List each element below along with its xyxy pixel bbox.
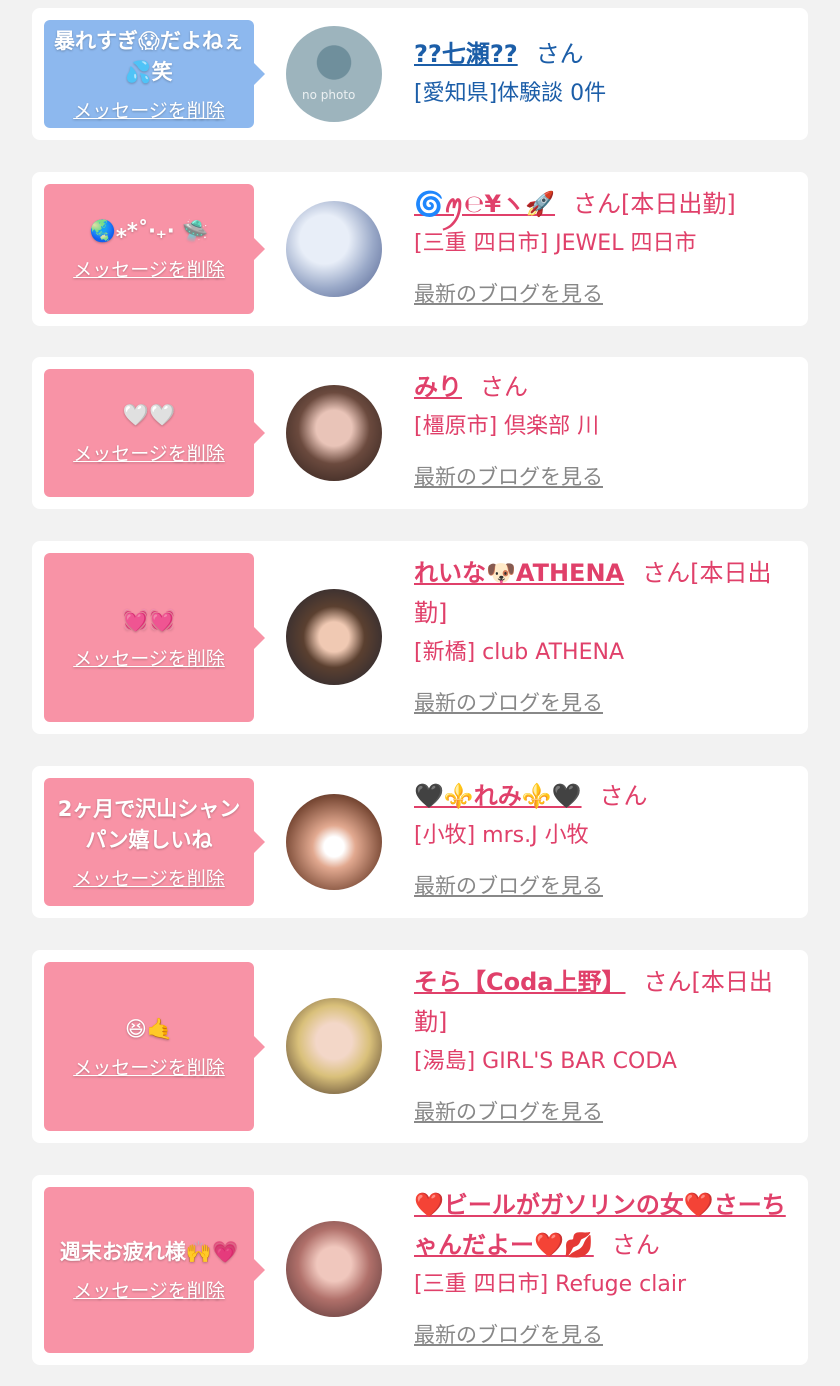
message-text: 🤍🤍 [122,403,176,427]
list-item: 🌏⁎*˚‧₊· 🛸 メッセージを削除 🌀ꪑ℮¥ヽ🚀 さん[本日出勤] [三重 四日… [32,172,808,326]
profile-name-link[interactable]: みり [414,373,462,401]
list-item: 暴れすぎ😱だよねぇ💦笑 メッセージを削除 no photo ??七瀬?? さん [… [32,8,808,140]
latest-blog-link[interactable]: 最新のブログを見る [414,866,603,906]
delete-message-link[interactable]: メッセージを削除 [73,864,225,891]
avatar[interactable] [286,1221,382,1317]
message-bubble: 🌏⁎*˚‧₊· 🛸 メッセージを削除 [44,184,265,314]
profile-info: そら【Coda上野】 さん[本日出勤] [湯島] GIRL'S BAR CODA … [414,962,790,1132]
latest-blog-link[interactable]: 最新のブログを見る [414,1092,603,1132]
message-list: 暴れすぎ😱だよねぇ💦笑 メッセージを削除 no photo ??七瀬?? さん [… [0,0,840,1386]
name-suffix: さん[本日出勤] [573,190,736,218]
delete-message-link[interactable]: メッセージを削除 [73,255,225,282]
avatar[interactable] [286,998,382,1094]
list-item: 💓💓 メッセージを削除 れいな🐶ATHENA さん[本日出勤] [新橋] club… [32,541,808,734]
delete-message-link[interactable]: メッセージを削除 [73,96,225,123]
profile-info: ??七瀬?? さん [愛知県]体験談 0件 [414,34,790,114]
message-bubble: 😆🤙 メッセージを削除 [44,962,265,1131]
message-bubble: 暴れすぎ😱だよねぇ💦笑 メッセージを削除 [44,20,265,128]
latest-blog-link[interactable]: 最新のブログを見る [414,683,603,723]
name-suffix: さん [480,373,528,401]
list-item: 2ヶ月で沢山シャンパン嬉しいね メッセージを削除 🖤⚜️れみ⚜️🖤 さん [小牧]… [32,766,808,918]
avatar-placeholder-label: no photo [302,88,356,102]
profile-name-link[interactable]: ??七瀬?? [414,40,518,68]
profile-info: ❤️ビールがガソリンの女❤️さーちゃんだよー❤️💋 さん [三重 四日市] Ref… [414,1185,790,1355]
delete-message-link[interactable]: メッセージを削除 [73,644,225,671]
message-bubble: 🤍🤍 メッセージを削除 [44,369,265,497]
delete-message-link[interactable]: メッセージを削除 [73,1053,225,1080]
avatar[interactable] [286,589,382,685]
avatar[interactable] [286,794,382,890]
shop-info: [湯島] GIRL'S BAR CODA [414,1049,677,1074]
profile-name-link[interactable]: れいな🐶ATHENA [414,559,624,587]
message-bubble: 💓💓 メッセージを削除 [44,553,265,722]
message-bubble: 2ヶ月で沢山シャンパン嬉しいね メッセージを削除 [44,778,265,906]
profile-name-link[interactable]: 🖤⚜️れみ⚜️🖤 [414,782,582,810]
message-text: 暴れすぎ😱だよねぇ💦笑 [54,28,244,84]
profile-name-link[interactable]: ❤️ビールがガソリンの女❤️さーちゃんだよー❤️💋 [414,1191,786,1259]
avatar[interactable] [286,201,382,297]
latest-blog-link[interactable]: 最新のブログを見る [414,274,603,314]
shop-info: [小牧] mrs.J 小牧 [414,823,589,848]
profile-info: 🖤⚜️れみ⚜️🖤 さん [小牧] mrs.J 小牧 最新のブログを見る [414,776,790,906]
message-text: 💓💓 [122,607,176,632]
list-item: 🤍🤍 メッセージを削除 みり さん [橿原市] 倶楽部 川 最新のブログを見る [32,357,808,509]
latest-blog-link[interactable]: 最新のブログを見る [414,457,603,497]
latest-blog-link[interactable]: 最新のブログを見る [414,1315,603,1355]
profile-info: れいな🐶ATHENA さん[本日出勤] [新橋] club ATHENA 最新のブ… [414,553,790,723]
name-suffix: さん [611,1231,660,1259]
profile-info: みり さん [橿原市] 倶楽部 川 最新のブログを見る [414,367,790,497]
delete-message-link[interactable]: メッセージを削除 [73,439,225,466]
name-suffix: さん [599,782,648,810]
list-item: 週末お疲れ様🙌💗 メッセージを削除 ❤️ビールがガソリンの女❤️さーちゃんだよー… [32,1175,808,1365]
message-text: 週末お疲れ様🙌💗 [59,1240,239,1264]
message-text: 2ヶ月で沢山シャンパン嬉しいね [57,796,241,852]
profile-info: 🌀ꪑ℮¥ヽ🚀 さん[本日出勤] [三重 四日市] JEWEL 四日市 最新のブログ… [414,184,790,314]
message-text: 🌏⁎*˚‧₊· 🛸 [89,219,209,243]
delete-message-link[interactable]: メッセージを削除 [73,1276,225,1303]
name-suffix: さん [535,40,584,68]
list-item: 😆🤙 メッセージを削除 そら【Coda上野】 さん[本日出勤] [湯島] GIRL… [32,950,808,1143]
message-bubble: 週末お疲れ様🙌💗 メッセージを削除 [44,1187,265,1353]
shop-info: [新橋] club ATHENA [414,640,624,665]
shop-info: [三重 四日市] Refuge clair [414,1272,687,1297]
profile-name-link[interactable]: 🌀ꪑ℮¥ヽ🚀 [414,190,555,218]
message-text: 😆🤙 [124,1016,174,1041]
shop-info: [愛知県]体験談 0件 [414,81,607,106]
profile-name-link[interactable]: そら【Coda上野】 [414,968,625,996]
shop-info: [三重 四日市] JEWEL 四日市 [414,231,697,256]
avatar[interactable]: no photo [286,26,382,122]
avatar[interactable] [286,385,382,481]
shop-info: [橿原市] 倶楽部 川 [414,414,600,439]
